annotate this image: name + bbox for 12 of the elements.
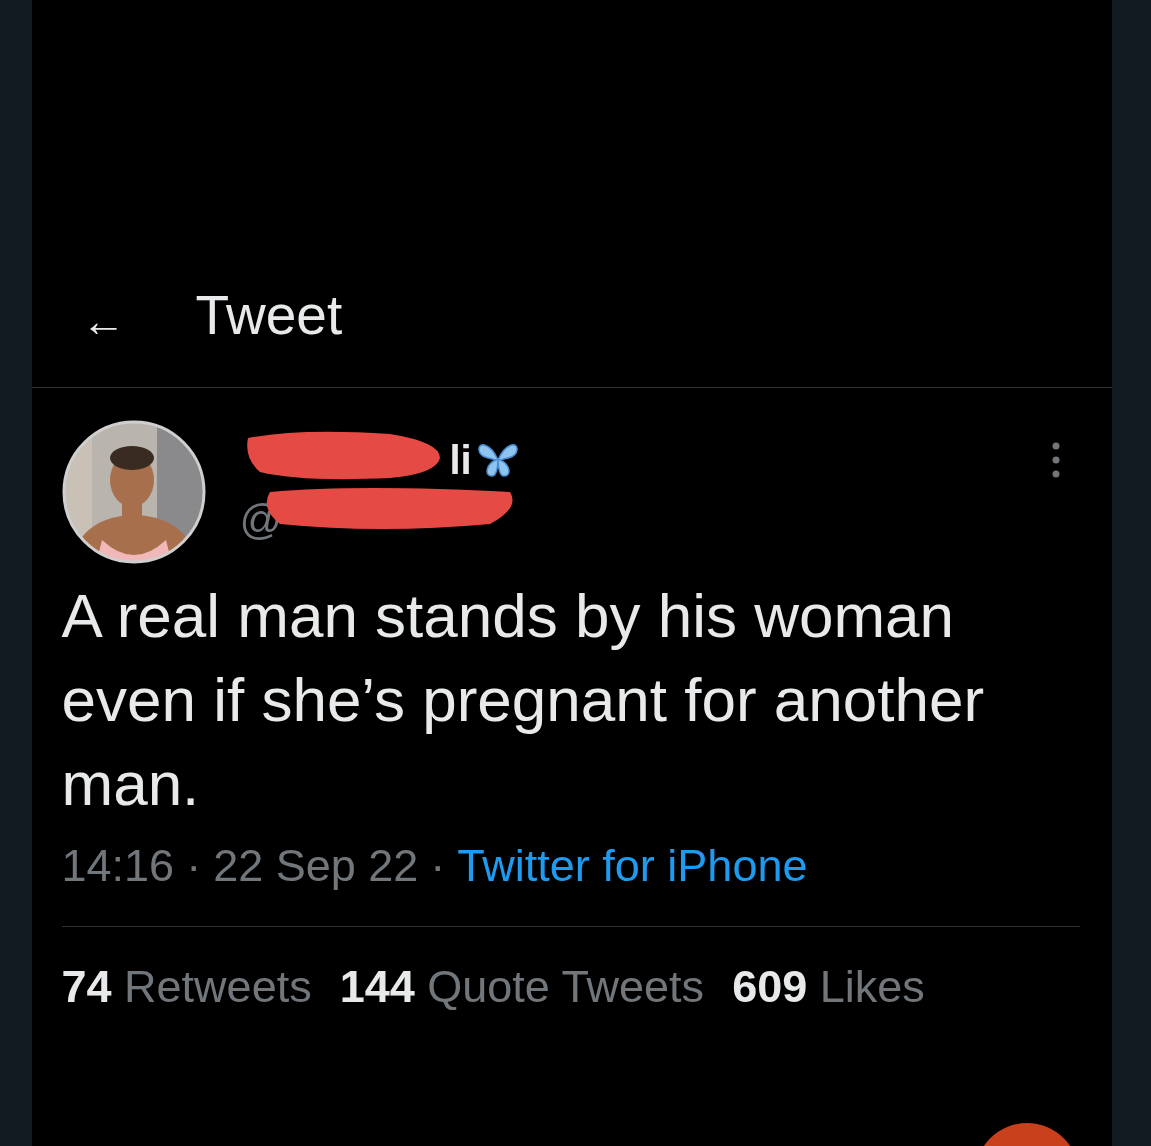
source-link[interactable]: Twitter for iPhone <box>457 840 808 892</box>
engagement-stat[interactable]: 144 Quote Tweets <box>339 961 705 1013</box>
display-name: li <box>449 437 472 483</box>
page-title: Tweet <box>195 288 343 343</box>
back-icon[interactable]: ← <box>81 299 126 343</box>
separator-dot: · <box>430 840 446 892</box>
tweet-date: 22 Sep 22 <box>213 840 419 892</box>
tweet-time: 14:16 <box>61 840 175 892</box>
separator-dot: · <box>186 840 202 892</box>
engagement-stat[interactable]: 609 Likes <box>732 961 925 1013</box>
tweet-text: A real man stands by his woman even if she’s pregnant for another man. <box>61 580 986 820</box>
engagement-stat[interactable]: 74 Retweets <box>61 961 312 1013</box>
